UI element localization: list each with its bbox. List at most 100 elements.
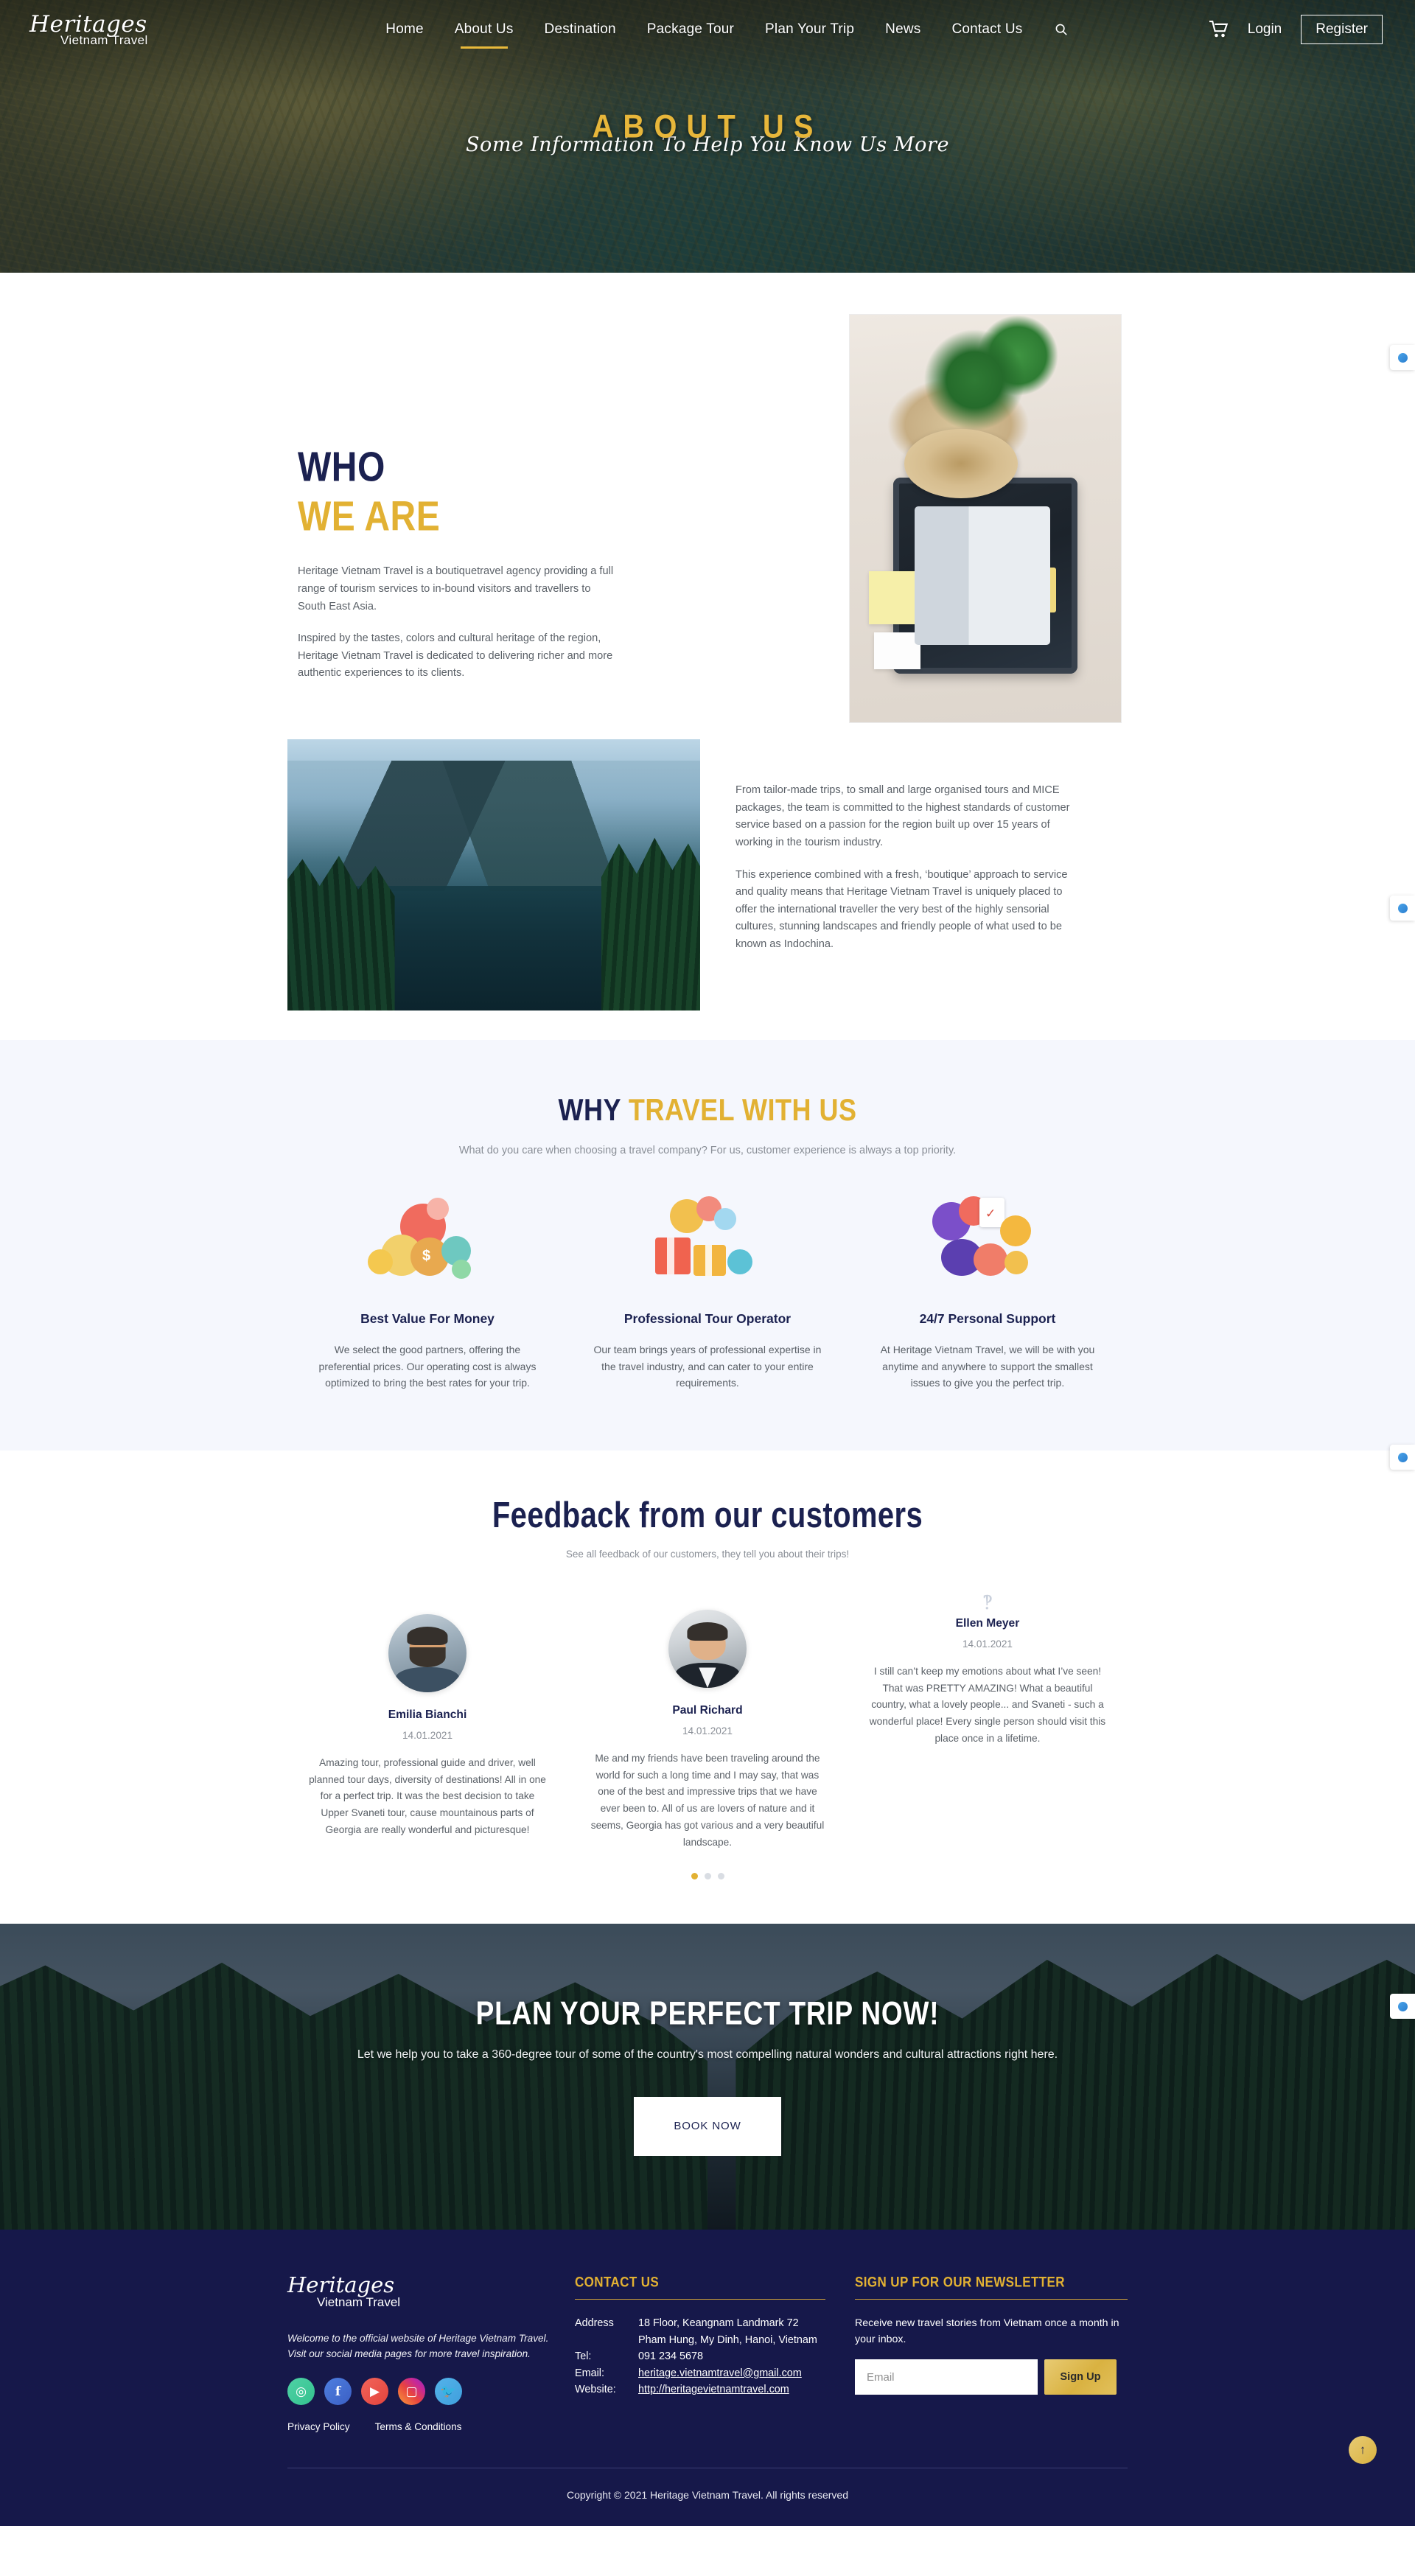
cta-title: PLAN YOUR PERFECT TRIP NOW! <box>475 1994 940 2031</box>
nav-item-package-tour[interactable]: Package Tour <box>646 17 736 42</box>
nav-item-home[interactable]: Home <box>384 17 424 42</box>
chat-widget-3[interactable] <box>1390 1445 1415 1470</box>
heading-line-who: WHO <box>298 444 385 491</box>
footer-logo[interactable]: Heritages Vietnam Travel <box>287 2275 553 2310</box>
divider <box>855 2299 1128 2300</box>
carousel-dot-3[interactable] <box>717 1873 724 1880</box>
page-title: ABOUT US <box>592 108 823 145</box>
logo-script-text: Heritages <box>29 10 147 38</box>
testimonial-date: 14.01.2021 <box>962 1638 1013 1650</box>
avatar-placeholder-icon: ‽ <box>982 1592 993 1615</box>
who-we-are-text-column-2: From tailor-made trips, to small and lar… <box>700 739 1128 968</box>
login-link[interactable]: Login <box>1248 21 1282 38</box>
tel-label: Tel: <box>575 2350 592 2363</box>
footer-newsletter-column: SIGN UP FOR OUR NEWSLETTER Receive new t… <box>855 2275 1128 2432</box>
who-paragraph-1: Heritage Vietnam Travel is a boutiquetra… <box>298 565 614 612</box>
left-treeline-shape <box>287 856 395 1010</box>
carousel-dot-1[interactable] <box>691 1873 698 1880</box>
testimonial-name: Ellen Meyer <box>955 1617 1020 1630</box>
feature-card-text: We select the good partners, offering th… <box>318 1344 537 1389</box>
suitcase-image <box>849 314 1122 723</box>
nav-item-about-us[interactable]: About Us <box>453 17 515 49</box>
who-we-are-section: WHO WE ARE Heritage Vietnam Travel is a … <box>0 273 1415 1040</box>
hero-banner: Heritages Vietnam Travel Home About Us D… <box>0 0 1415 273</box>
gift-boxes-illustration <box>593 1195 822 1291</box>
newsletter-email-input[interactable] <box>855 2359 1038 2395</box>
who-we-are-heading: WHO WE ARE <box>298 447 678 540</box>
newsletter-signup-button[interactable]: Sign Up <box>1044 2359 1117 2395</box>
address-label: Address <box>575 2317 614 2330</box>
page-root: Heritages Vietnam Travel Home About Us D… <box>0 0 1415 2527</box>
divider <box>575 2299 825 2300</box>
testimonial-name: Emilia Bianchi <box>388 1708 467 1722</box>
twitter-icon[interactable]: 🐦 <box>435 2378 462 2406</box>
feature-card-title: Professional Tour Operator <box>623 1311 792 1326</box>
feature-card-support: ✓ 24/7 Personal Support At Heritage Viet… <box>848 1195 1128 1392</box>
terms-conditions-link[interactable]: Terms & Conditions <box>375 2421 462 2432</box>
hat-shape <box>904 428 1019 498</box>
carousel-dot-2[interactable] <box>704 1873 711 1880</box>
avatar <box>668 1610 747 1689</box>
feedback-subtitle: See all feedback of our customers, they … <box>565 1549 850 1560</box>
paper-shape <box>874 632 920 670</box>
cta-subtitle: Let we help you to take a 360-degree tou… <box>357 2048 1058 2061</box>
heading-line-we-are: WE ARE <box>298 494 441 540</box>
why-title-gold: TRAVEL WITH US <box>628 1092 857 1128</box>
carousel-dots <box>287 1873 1128 1880</box>
lake-image-column <box>287 739 700 1010</box>
arrow-up-icon[interactable]: ↑ <box>1349 2436 1377 2465</box>
register-button[interactable]: Register <box>1301 15 1383 44</box>
why-title-dark: WHY <box>558 1092 629 1128</box>
website-label: Website: <box>575 2384 616 2396</box>
footer-contact-column: CONTACT US Address 18 Floor, Keangnam La… <box>575 2275 855 2432</box>
who-we-are-image-column <box>678 314 1128 723</box>
feature-card-tour-operator: Professional Tour Operator Our team brin… <box>567 1195 848 1392</box>
testimonial-card: Emilia Bianchi 14.01.2021 Amazing tour, … <box>287 1594 567 1839</box>
testimonial-text: I still can’t keep my emotions about wha… <box>869 1666 1106 1744</box>
email-link[interactable]: heritage.vietnamtravel@gmail.com <box>638 2366 825 2381</box>
privacy-policy-link[interactable]: Privacy Policy <box>287 2421 350 2432</box>
nav-item-contact-us[interactable]: Contact Us <box>950 17 1024 42</box>
mountain-lake-image <box>287 739 700 1010</box>
who-paragraph-2: Inspired by the tastes, colors and cultu… <box>298 632 613 680</box>
feedback-title: Feedback from our customers <box>492 1495 923 1535</box>
feedback-section: Feedback from our customers See all feed… <box>0 1451 1415 1924</box>
nav-item-news[interactable]: News <box>884 17 922 42</box>
site-logo[interactable]: Heritages Vietnam Travel <box>29 11 199 49</box>
instagram-icon[interactable]: ▢ <box>398 2378 425 2406</box>
search-icon[interactable] <box>1055 23 1068 36</box>
tel-value: 091 234 5678 <box>638 2350 704 2363</box>
book-now-button[interactable]: BOOK NOW <box>634 2096 781 2156</box>
testimonial-card: ‽ Ellen Meyer 14.01.2021 I still can’t k… <box>848 1594 1128 1748</box>
shopping-cart-icon[interactable] <box>1209 20 1229 38</box>
tripadvisor-icon[interactable]: ◎ <box>287 2378 315 2406</box>
pouch-shape <box>1012 567 1056 612</box>
why-section-title: WHY TRAVEL WITH US <box>558 1092 856 1128</box>
website-link[interactable]: http://heritagevietnamtravel.com <box>638 2382 825 2397</box>
footer-logo-sub: Vietnam Travel <box>317 2294 401 2309</box>
footer-brand-column: Heritages Vietnam Travel Welcome to the … <box>287 2275 575 2432</box>
nav-item-plan-your-trip[interactable]: Plan Your Trip <box>764 17 856 42</box>
testimonial-text: Me and my friends have been traveling ar… <box>590 1753 825 1848</box>
testimonial-name: Paul Richard <box>672 1704 743 1717</box>
chat-bubble-icon <box>1397 2001 1408 2011</box>
footer-logo-script: Heritages <box>287 2272 395 2298</box>
feature-card-text: At Heritage Vietnam Travel, we will be w… <box>880 1344 1095 1389</box>
chat-bubble-icon <box>1397 1452 1408 1462</box>
testimonial-date: 14.01.2021 <box>402 1730 453 1742</box>
chat-widget-4[interactable] <box>1390 1994 1415 2019</box>
money-bag-illustration: $ <box>312 1195 542 1291</box>
feature-cards: $ Best Value For Money We select the goo… <box>287 1195 1128 1392</box>
email-label: Email: <box>575 2367 604 2379</box>
nav-item-destination[interactable]: Destination <box>543 17 618 42</box>
address-line-1: 18 Floor, Keangnam Landmark 72 <box>638 2317 799 2330</box>
newsletter-form: Sign Up <box>855 2359 1128 2395</box>
checklist-support-illustration: ✓ <box>873 1195 1103 1291</box>
youtube-icon[interactable]: ▶ <box>361 2378 388 2406</box>
facebook-icon[interactable]: f <box>324 2378 352 2406</box>
chat-widget-2[interactable] <box>1390 896 1415 921</box>
chat-widget-1[interactable] <box>1390 345 1415 370</box>
feature-card-best-value: $ Best Value For Money We select the goo… <box>287 1195 567 1392</box>
contact-us-heading: CONTACT US <box>575 2275 660 2291</box>
testimonial-text: Amazing tour, professional guide and dri… <box>309 1757 546 1835</box>
